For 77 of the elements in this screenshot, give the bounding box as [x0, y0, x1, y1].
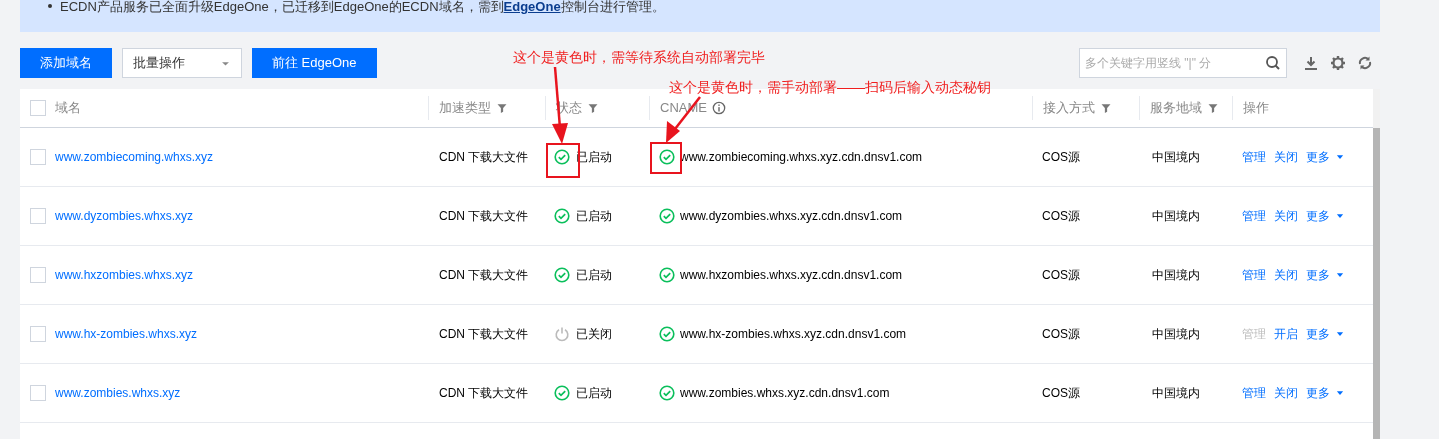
primary-button[interactable]: 前往 EdgeOne — [252, 48, 377, 78]
action-link[interactable]: 开启 — [1274, 325, 1298, 343]
notice-text: 控制台进行管理。 — [560, 0, 665, 14]
action-link[interactable]: 关闭 — [1274, 266, 1298, 284]
table-cell-text: www.zombiecoming.whxs.xyz.cdn.dnsv1.com — [680, 149, 923, 166]
action-link[interactable]: 关闭 — [1274, 384, 1298, 402]
action-link[interactable]: 更多 — [1306, 148, 1345, 166]
domain-link[interactable]: www.hxzombies.whxs.xyz — [55, 266, 194, 284]
table-cell-text: www.dyzombies.whxs.xyz.cdn.dnsv1.com — [680, 208, 903, 225]
table-cell: COS源 — [1042, 386, 1080, 400]
column-header: 操作 — [1243, 99, 1269, 118]
search-icon — [1265, 55, 1281, 71]
action-link[interactable]: 管理 — [1242, 266, 1266, 284]
check-circle-icon — [659, 326, 675, 342]
table-cell: 中国境内 — [1152, 386, 1200, 400]
status-text: 已关闭 — [576, 326, 612, 343]
refresh-icon — [1357, 55, 1373, 71]
highlight-box — [650, 142, 682, 174]
table-cell: CDN 下载大文件 — [439, 209, 529, 223]
column-header: 域名 — [55, 99, 81, 118]
column-header: 加速类型 — [439, 99, 491, 118]
table-cell: COS源 — [1042, 268, 1080, 282]
check-circle-icon — [659, 385, 675, 401]
checkbox[interactable] — [30, 100, 46, 116]
settings-button[interactable] — [1330, 55, 1346, 71]
primary-button[interactable]: 添加域名 — [20, 48, 112, 78]
checkbox[interactable] — [30, 267, 46, 283]
edgeone-link[interactable]: EdgeOne — [503, 0, 561, 14]
checkbox[interactable] — [30, 149, 46, 165]
check-circle-icon — [659, 267, 675, 283]
domain-link[interactable]: www.hx-zombies.whxs.xyz — [55, 325, 198, 343]
table-cell: CDN 下载大文件 — [439, 386, 529, 400]
settings-icon — [1330, 55, 1346, 71]
table-cell: COS源 — [1042, 150, 1080, 164]
table-cell: COS源 — [1042, 209, 1080, 223]
action-link[interactable]: 关闭 — [1274, 148, 1298, 166]
table-cell: 中国境内 — [1152, 268, 1200, 282]
column-header: 服务地域 — [1150, 99, 1202, 118]
table-cell-text: www.zombies.whxs.xyz.cdn.dnsv1.com — [680, 385, 890, 402]
action-link[interactable]: 更多 — [1306, 207, 1345, 225]
annotation-text: 这个是黄色时，需等待系统自动部署完毕 — [513, 48, 765, 67]
table-cell-text: www.hx-zombies.whxs.xyz.cdn.dnsv1.com — [680, 326, 907, 343]
check-circle-icon — [659, 208, 675, 224]
action-link[interactable]: 管理 — [1242, 384, 1266, 402]
domain-link[interactable]: www.zombies.whxs.xyz — [55, 384, 181, 402]
checkbox[interactable] — [30, 385, 46, 401]
bullet-icon — [48, 4, 52, 8]
search-field[interactable]: 多个关键字用竖线 "|" 分 — [1079, 48, 1287, 78]
domain-link[interactable]: www.zombiecoming.whxs.xyz — [55, 148, 214, 166]
column-header: 接入方式 — [1043, 99, 1095, 118]
table-cell-text: www.hxzombies.whxs.xyz.cdn.dnsv1.com — [680, 267, 903, 284]
action-link[interactable]: 管理 — [1242, 207, 1266, 225]
table-cell: 中国境内 — [1152, 150, 1200, 164]
action-link[interactable]: 更多 — [1306, 325, 1345, 343]
annotation-text: 这个是黄色时，需手动部署——扫码后输入动态秘钥 — [669, 78, 991, 97]
table-cell: 中国境内 — [1152, 327, 1200, 341]
table-cell: CDN 下载大文件 — [439, 268, 529, 282]
checkbox[interactable] — [30, 208, 46, 224]
status-text: 已启动 — [576, 267, 612, 284]
action-link[interactable]: 关闭 — [1274, 207, 1298, 225]
check-circle-icon — [659, 149, 675, 165]
table-cell: CDN 下载大文件 — [439, 327, 529, 341]
table-cell: COS源 — [1042, 327, 1080, 341]
domain-link[interactable]: www.dyzombies.whxs.xyz — [55, 207, 194, 225]
notice-text: ECDN产品服务已全面升级EdgeOne，已迁移到EdgeOne的ECDN域名，需到 — [60, 0, 504, 14]
action-link[interactable]: 更多 — [1306, 384, 1345, 402]
download-button[interactable] — [1303, 55, 1319, 71]
action-link[interactable]: 更多 — [1306, 266, 1345, 284]
checkbox[interactable] — [30, 326, 46, 342]
refresh-button[interactable] — [1357, 55, 1373, 71]
status-text: 已启动 — [576, 208, 612, 225]
table-cell: CDN 下载大文件 — [439, 150, 529, 164]
download-icon — [1303, 55, 1319, 71]
action-link[interactable]: 管理 — [1242, 148, 1266, 166]
table-cell: 中国境内 — [1152, 209, 1200, 223]
status-text: 已启动 — [576, 385, 612, 402]
batch-select[interactable]: 批量操作 — [122, 48, 242, 78]
